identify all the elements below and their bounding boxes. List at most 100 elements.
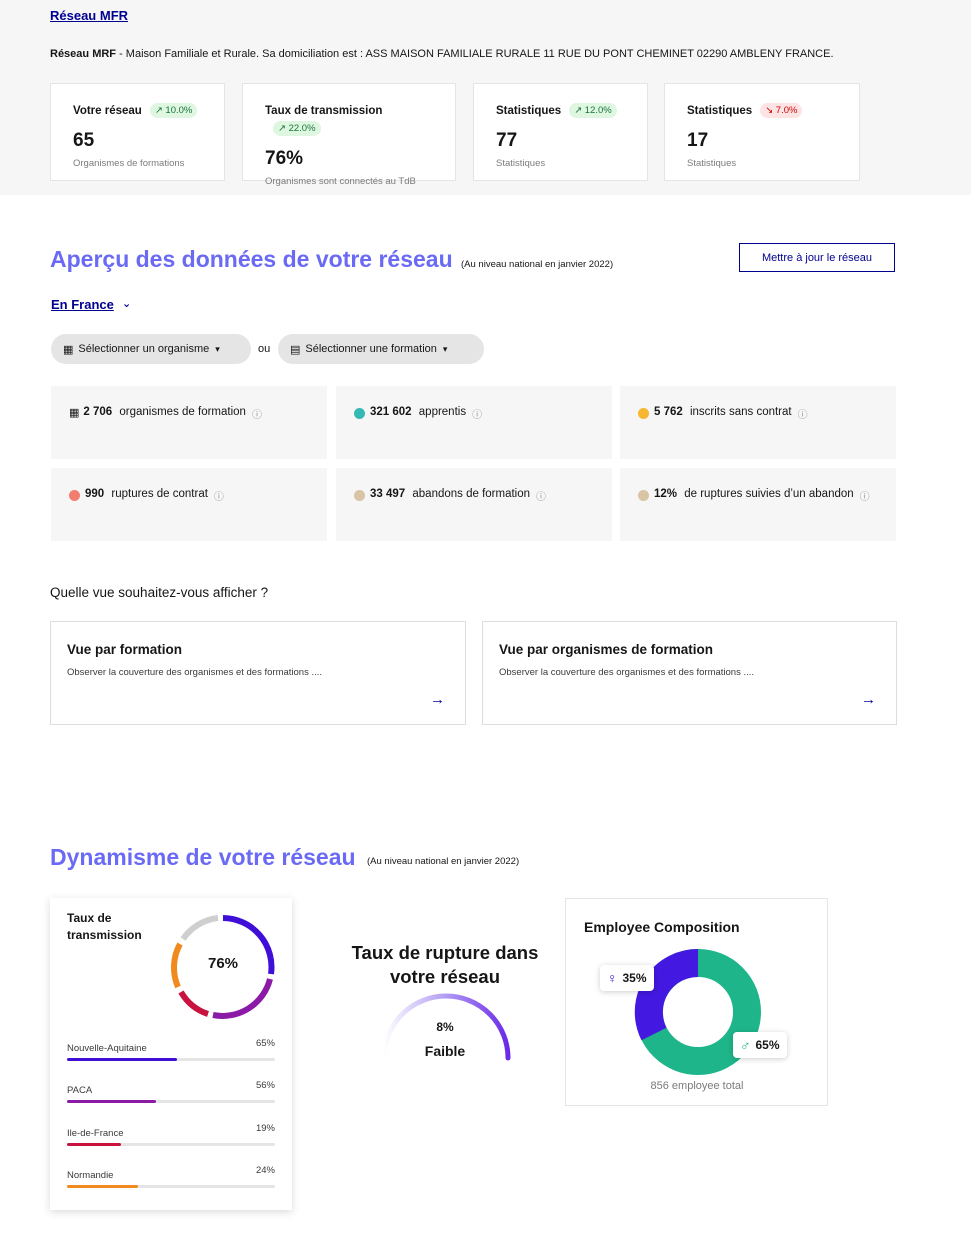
female-pct: 35%: [622, 971, 647, 985]
chevron-down-icon: ▾: [442, 343, 448, 354]
female-person-icon: ♀: [607, 970, 618, 986]
building-icon: ▦: [63, 343, 74, 356]
network-desc-text: - Maison Familiale et Rurale. Sa domicil…: [116, 48, 834, 60]
trend-badge: ↗ 10.0%: [149, 103, 198, 119]
region-name: Normandie: [67, 1170, 114, 1181]
legend-dot: [69, 490, 80, 501]
region-bar-track: [67, 1058, 275, 1061]
kpi-card-stats-2: Statistiques ↘ 7.0% 17 Statistiques: [664, 83, 860, 181]
kpi-subtitle: Statistiques: [687, 158, 737, 169]
region-bar-fill: [67, 1058, 178, 1061]
region-bar-fill: [67, 1143, 122, 1146]
kpi-title: Statistiques: [687, 104, 753, 117]
legend-dot: [354, 408, 365, 419]
info-icon[interactable]: ⓘ: [860, 488, 870, 503]
rupture-level: Faible: [424, 1043, 466, 1059]
stat-value: 321 602: [370, 406, 412, 418]
view-card-desc: Observer la couverture des organismes et…: [499, 667, 755, 678]
trend-badge: ↗ 12.0%: [569, 103, 617, 119]
stat-value: 12%: [654, 488, 678, 500]
kpi-subtitle: Statistiques: [496, 158, 546, 169]
select-formation-label: Sélectionner une formation: [305, 343, 437, 355]
stat-label: ruptures de contrat: [108, 488, 208, 500]
region-pct: 19%: [255, 1123, 275, 1134]
chevron-down-icon: ▾: [215, 343, 220, 354]
female-tag: ♀ 35%: [600, 965, 654, 991]
region-row: Ile-de-France 19%: [67, 1123, 275, 1146]
select-organisme-dropdown[interactable]: ▦ Sélectionner un organisme ▾: [51, 334, 251, 364]
scope-selector[interactable]: En France: [51, 297, 114, 312]
view-card-organismes[interactable]: Vue par organismes de formation Observer…: [482, 621, 897, 725]
trend-badge: ↗ 22.0%: [273, 121, 321, 137]
region-name: PACA: [67, 1085, 93, 1096]
legend-dot: [638, 408, 649, 419]
stat-value: 33 497: [370, 488, 406, 500]
legend-dot: [354, 490, 365, 501]
overview-title: Aperçu des données de votre réseau: [50, 246, 453, 272]
stat-label: inscrits sans contrat: [686, 406, 792, 418]
donut-segment-paca: [212, 978, 273, 1019]
region-pct: 56%: [255, 1080, 275, 1091]
stat-apprentis: 321 602 apprentis ⓘ: [336, 386, 612, 459]
select-formation-dropdown[interactable]: ▤ Sélectionner une formation ▾: [278, 334, 484, 364]
network-desc-name: Réseau MRF: [50, 48, 117, 60]
arrow-right-icon[interactable]: →: [861, 691, 876, 708]
chevron-down-icon[interactable]: ⌄: [122, 297, 131, 310]
network-description: Réseau MRF - Maison Familiale et Rurale.…: [50, 48, 834, 60]
info-icon[interactable]: ⓘ: [536, 488, 546, 503]
info-icon[interactable]: ⓘ: [214, 488, 224, 503]
stat-label: organismes de formation: [116, 406, 246, 418]
dynamism-note: (Au niveau national en janvier 2022): [367, 856, 520, 867]
view-card-formation[interactable]: Vue par formation Observer la couverture…: [50, 621, 466, 725]
donut-segment-remaining: [180, 915, 219, 941]
male-tag: ♂ 65%: [733, 1032, 787, 1058]
kpi-card-stats-1: Statistiques ↗ 12.0% 77 Statistiques: [473, 83, 648, 181]
male-pct: 65%: [755, 1038, 780, 1052]
stat-ruptures-abandon: 12% de ruptures suivies d’un abandon ⓘ: [620, 468, 896, 541]
kpi-title: Votre réseau: [73, 104, 142, 117]
region-name: Ile-de-France: [67, 1128, 124, 1139]
or-separator: ou: [258, 343, 271, 355]
info-icon[interactable]: ⓘ: [252, 406, 262, 421]
stat-label: abandons de formation: [409, 488, 531, 500]
kpi-title: Taux de transmission: [265, 104, 383, 117]
region-bar-fill: [67, 1100, 157, 1103]
building-icon: ▦: [69, 407, 80, 419]
donut-segment-female: [634, 948, 699, 1041]
select-organisme-label: Sélectionner un organisme: [78, 343, 210, 355]
region-pct: 65%: [255, 1038, 275, 1049]
trend-badge: ↘ 7.0%: [760, 103, 803, 119]
view-question: Quelle vue souhaitez-vous afficher ?: [50, 585, 269, 600]
network-link[interactable]: Réseau MFR: [50, 8, 128, 23]
gauge-tick: [404, 1018, 411, 1025]
region-bar-track: [67, 1100, 275, 1103]
stat-ruptures: 990 ruptures de contrat ⓘ: [51, 468, 327, 541]
kpi-card-transmission: Taux de transmission ↗ 22.0% 76% Organism…: [242, 83, 456, 187]
dynamism-title: Dynamisme de votre réseau: [50, 844, 356, 870]
kpi-value: 76%: [265, 148, 304, 169]
stat-organismes: ▦ 2 706 organismes de formation ⓘ: [51, 386, 327, 459]
employee-total: 856 employee total: [650, 1080, 744, 1092]
legend-dot: [638, 490, 649, 501]
rupture-title: Taux de rupture dans votre réseau: [351, 942, 539, 987]
rupture-pct: 8%: [436, 1020, 454, 1034]
arrow-right-icon[interactable]: →: [430, 691, 445, 708]
kpi-value: 65: [73, 130, 95, 151]
region-name: Nouvelle-Aquitaine: [67, 1043, 147, 1054]
view-card-title: Vue par formation: [67, 642, 183, 657]
kpi-subtitle: Organismes sont connectés au TdB: [265, 176, 416, 187]
view-card-title: Vue par organismes de formation: [499, 642, 714, 657]
region-pct: 24%: [255, 1165, 275, 1176]
stat-value: 990: [85, 488, 105, 500]
region-bar-track: [67, 1185, 275, 1188]
region-row: Nouvelle-Aquitaine 65%: [67, 1038, 275, 1061]
stat-abandons: 33 497 abandons de formation ⓘ: [336, 468, 612, 541]
info-icon[interactable]: ⓘ: [472, 406, 482, 421]
overview-note: (Au niveau national en janvier 2022): [461, 259, 614, 270]
info-icon[interactable]: ⓘ: [798, 406, 808, 421]
book-icon: ▤: [290, 343, 301, 356]
update-network-button[interactable]: Mettre à jour le réseau: [739, 243, 895, 272]
donut-segment-normandie: [171, 942, 183, 989]
region-bar-track: [67, 1143, 275, 1146]
stat-label: apprentis: [415, 406, 467, 418]
